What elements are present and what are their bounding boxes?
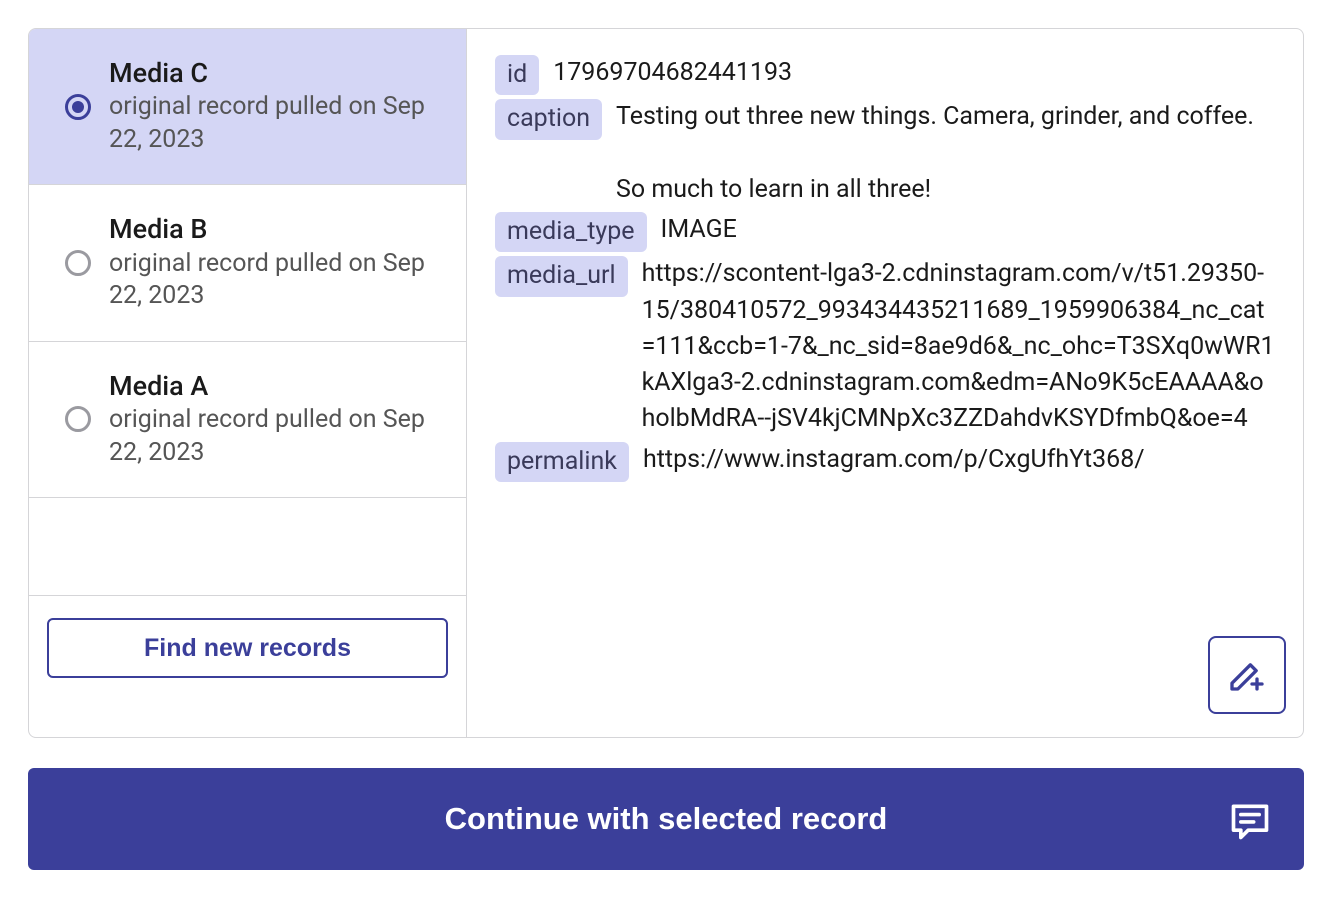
radio-icon [65,94,91,120]
field-key: media_url [495,256,628,296]
find-button-wrap: Find new records [29,596,466,700]
record-subtitle: original record pulled on Sep 22, 2023 [109,404,440,469]
record-sidebar: Media C original record pulled on Sep 22… [29,29,467,737]
record-text: Media A original record pulled on Sep 22… [109,370,440,469]
field-value: IMAGE [661,212,737,248]
record-text: Media C original record pulled on Sep 22… [109,57,440,156]
field-key: caption [495,99,602,139]
field-row-media-type: media_type IMAGE [495,212,1277,252]
field-value: 17969704682441193 [553,55,792,91]
field-row-id: id 17969704682441193 [495,55,1277,95]
field-key: id [495,55,539,95]
record-title: Media A [109,370,440,402]
field-row-caption: caption Testing out three new things. Ca… [495,99,1277,208]
record-item-media-a[interactable]: Media A original record pulled on Sep 22… [29,342,466,498]
continue-button[interactable]: Continue with selected record [28,768,1304,870]
record-item-media-b[interactable]: Media B original record pulled on Sep 22… [29,185,466,341]
field-key: media_type [495,212,647,252]
comment-button[interactable] [1218,790,1282,854]
field-key: permalink [495,442,629,482]
field-value: https://www.instagram.com/p/CxgUfhYt368/ [643,442,1145,478]
record-list-spacer [29,498,466,596]
record-item-media-c[interactable]: Media C original record pulled on Sep 22… [29,29,466,185]
radio-icon [65,406,91,432]
comment-icon [1228,799,1272,846]
radio-icon [65,250,91,276]
record-title: Media B [109,213,440,245]
field-value: https://scontent-lga3-2.cdninstagram.com… [642,256,1277,437]
find-new-records-button[interactable]: Find new records [47,618,448,678]
field-value: Testing out three new things. Camera, gr… [616,99,1254,208]
field-row-media-url: media_url https://scontent-lga3-2.cdnins… [495,256,1277,437]
pencil-plus-icon [1227,654,1267,697]
record-text: Media B original record pulled on Sep 22… [109,213,440,312]
record-list: Media C original record pulled on Sep 22… [29,29,466,596]
record-subtitle: original record pulled on Sep 22, 2023 [109,91,440,156]
record-detail: id 17969704682441193 caption Testing out… [467,29,1303,737]
record-title: Media C [109,57,440,89]
record-panel: Media C original record pulled on Sep 22… [28,28,1304,738]
record-subtitle: original record pulled on Sep 22, 2023 [109,248,440,313]
edit-add-button[interactable] [1208,636,1286,714]
field-row-permalink: permalink https://www.instagram.com/p/Cx… [495,442,1277,482]
